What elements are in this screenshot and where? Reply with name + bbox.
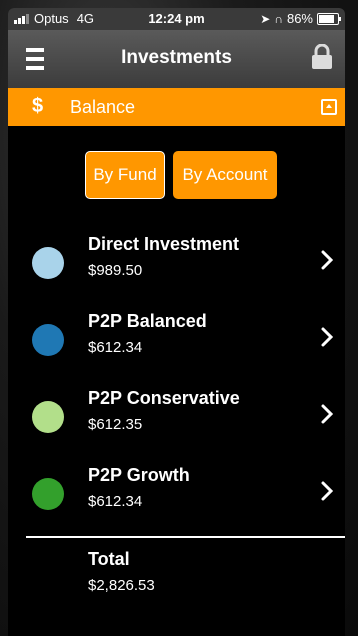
status-right: ➤ ∩ 86% [260, 11, 341, 26]
battery-icon [317, 12, 341, 25]
fund-value: $612.34 [88, 493, 143, 510]
total-label: Total [88, 549, 130, 569]
expand-icon[interactable] [321, 99, 337, 115]
fund-item-p2p-growth[interactable]: P2P Growth $612.34 [8, 465, 345, 529]
location-icon: ➤ [260, 11, 271, 26]
lock-icon[interactable] [311, 44, 333, 70]
fund-value: $612.35 [88, 416, 143, 433]
dollar-icon: $ [32, 95, 44, 117]
fund-color-dot [32, 324, 64, 356]
chevron-right-icon [321, 481, 334, 501]
status-bar: Optus 4G 12:24 pm ➤ ∩ 86% [8, 8, 345, 30]
fund-name: Direct Investment [88, 234, 240, 254]
battery-percent: 86% [286, 11, 313, 26]
fund-item-p2p-balanced[interactable]: P2P Balanced $612.34 [8, 311, 345, 375]
app-screen: Optus 4G 12:24 pm ➤ ∩ 86% Investments $ … [8, 8, 345, 636]
fund-item-p2p-conservative[interactable]: P2P Conservative $612.35 [8, 388, 345, 452]
total-value: $2,826.53 [88, 577, 155, 594]
fund-name: P2P Conservative [88, 388, 240, 408]
page-title: Investments [121, 47, 232, 68]
total-divider [26, 536, 345, 538]
fund-value: $989.50 [88, 262, 143, 279]
chevron-right-icon [321, 327, 334, 347]
headphones-icon: ∩ [274, 11, 283, 26]
fund-name: P2P Growth [88, 465, 190, 485]
fund-color-dot [32, 247, 64, 279]
nav-bar: Investments [8, 30, 345, 88]
chevron-right-icon [321, 404, 334, 424]
fund-item-direct-investment[interactable]: Direct Investment $989.50 [8, 234, 345, 298]
balance-bar[interactable]: $ Balance [8, 88, 345, 126]
fund-color-dot [32, 478, 64, 510]
fund-value: $612.34 [88, 339, 143, 356]
fund-color-dot [32, 401, 64, 433]
by-account-button[interactable]: By Account [173, 151, 277, 199]
fund-name: P2P Balanced [88, 311, 207, 331]
balance-label: Balance [70, 97, 136, 117]
chevron-right-icon [321, 250, 334, 270]
by-fund-button[interactable]: By Fund [85, 151, 165, 199]
